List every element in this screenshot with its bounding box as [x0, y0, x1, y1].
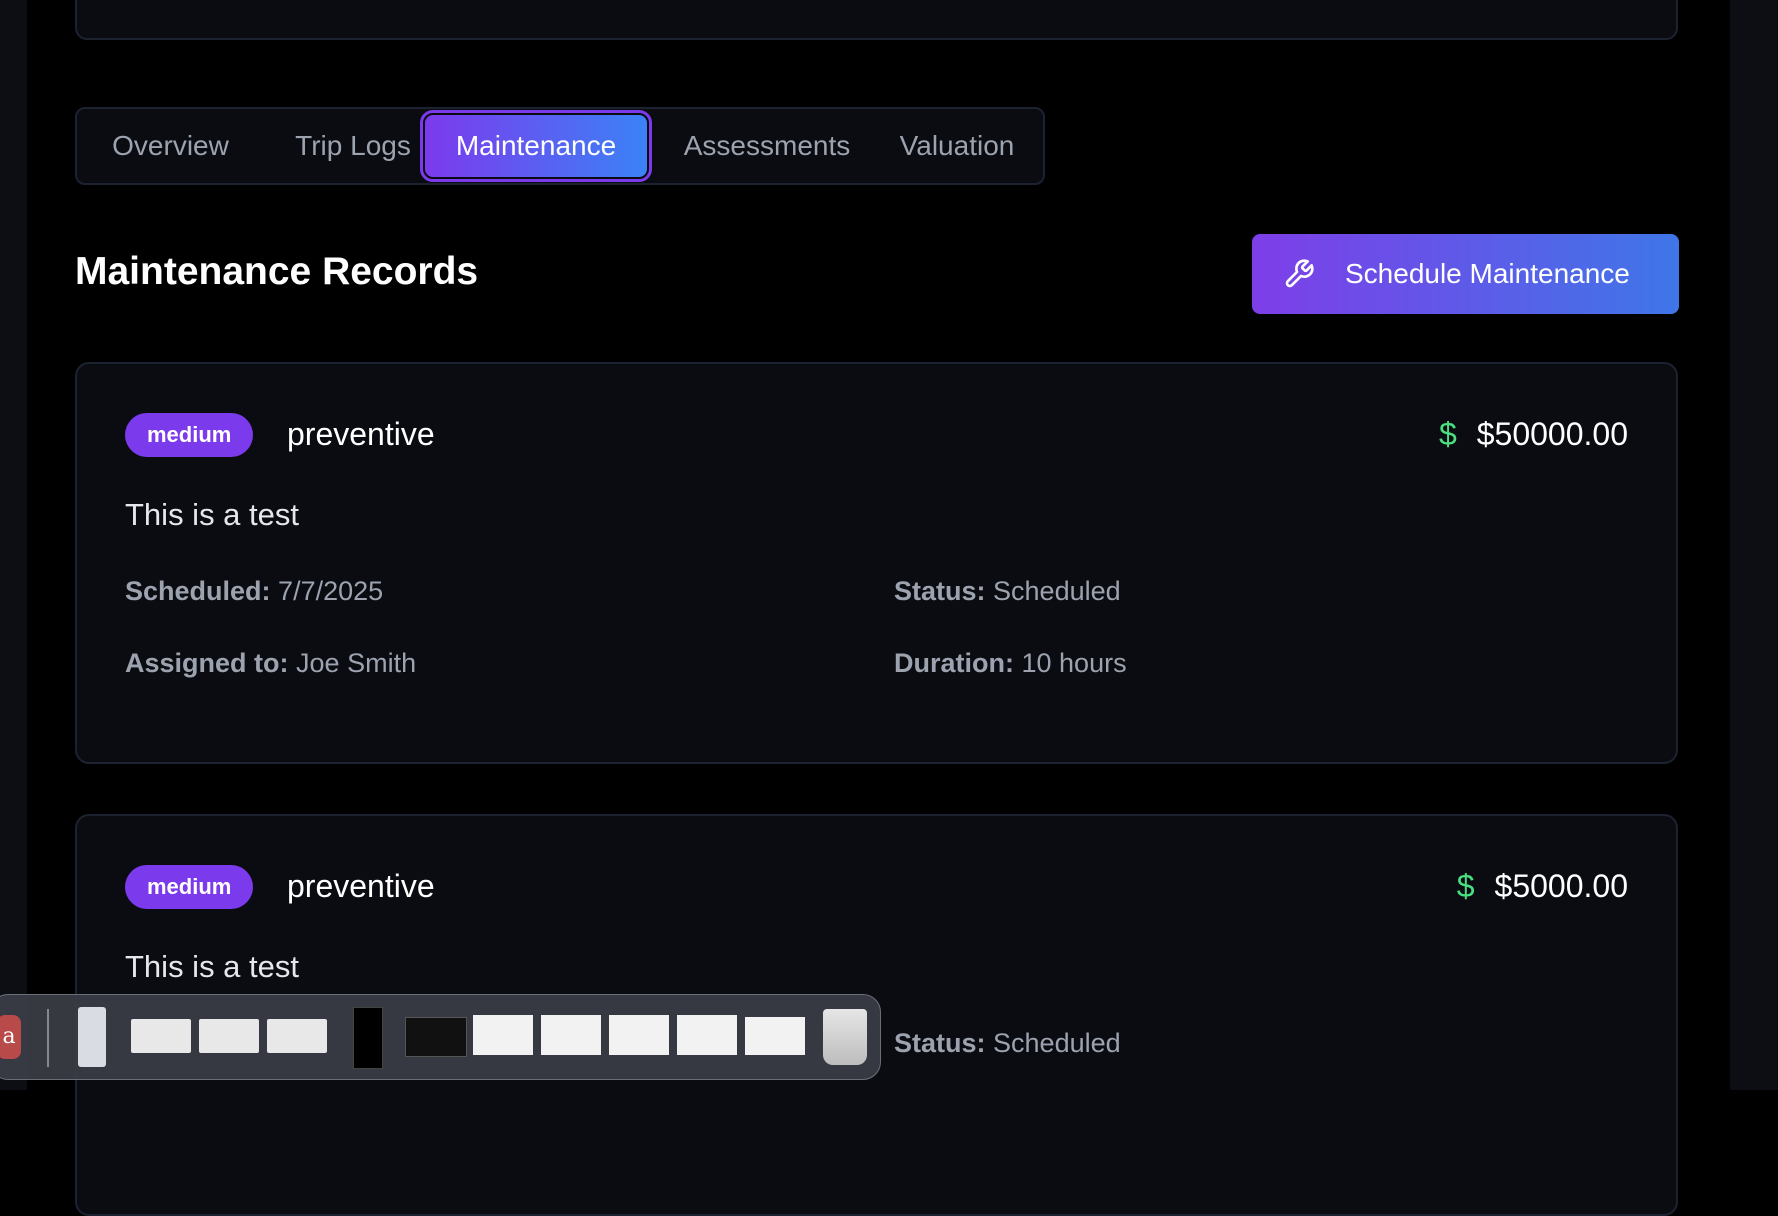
dock-app-icon[interactable]: a — [0, 1015, 21, 1059]
tab-valuation[interactable]: Valuation — [877, 115, 1037, 177]
scheduled-value: 7/7/2025 — [278, 576, 384, 606]
status-label: Status: — [894, 1028, 986, 1058]
window-thumbnail-icon[interactable] — [745, 1017, 805, 1055]
window-thumbnail-icon[interactable] — [609, 1015, 669, 1055]
window-thumbnail-icon[interactable] — [405, 1017, 467, 1057]
status-label: Status: — [894, 576, 986, 606]
section-title: Maintenance Records — [75, 250, 479, 293]
macos-dock: a — [0, 994, 881, 1080]
record-description: This is a test — [125, 497, 299, 532]
duration-value: 10 hours — [1021, 648, 1127, 678]
assigned-label: Assigned to: — [125, 648, 289, 678]
wrench-icon — [1285, 259, 1314, 288]
status-value: Scheduled — [993, 576, 1121, 606]
cost: $ $5000.00 — [1457, 868, 1628, 905]
tab-assessments[interactable]: Assessments — [657, 115, 877, 177]
priority-badge: medium — [125, 865, 254, 909]
assigned-value: Joe Smith — [296, 648, 417, 678]
maintenance-type: preventive — [287, 868, 435, 904]
status-field: Status: Scheduled — [894, 1028, 1121, 1059]
cost-value: $50000.00 — [1476, 416, 1628, 452]
tab-overview[interactable]: Overview — [93, 115, 248, 177]
scheduled-field: Scheduled: 7/7/2025 — [125, 576, 383, 607]
document-icon[interactable] — [78, 1007, 106, 1067]
window-thumbnail-icon[interactable] — [353, 1007, 383, 1069]
maintenance-record-card: medium preventive $ $50000.00 This is a … — [75, 362, 1678, 764]
record-description: This is a test — [125, 949, 299, 984]
schedule-maintenance-label: Schedule Maintenance — [1345, 258, 1630, 289]
window-thumbnail-icon[interactable] — [677, 1015, 737, 1055]
schedule-maintenance-button[interactable]: Schedule Maintenance — [1252, 234, 1679, 314]
status-value: Scheduled — [993, 1028, 1121, 1058]
left-gutter — [0, 0, 27, 1090]
cost: $ $50000.00 — [1439, 416, 1628, 453]
tab-maintenance[interactable]: Maintenance — [420, 110, 652, 182]
assigned-field: Assigned to: Joe Smith — [125, 648, 416, 679]
duration-label: Duration: — [894, 648, 1014, 678]
tab-bar: Overview Trip Logs Maintenance Assessmen… — [75, 107, 1045, 185]
window-thumbnail-icon[interactable] — [131, 1019, 191, 1053]
duration-field: Duration: 10 hours — [894, 648, 1127, 679]
priority-badge: medium — [125, 413, 254, 457]
cost-value: $5000.00 — [1494, 868, 1628, 904]
window-thumbnail-icon[interactable] — [541, 1015, 601, 1055]
window-thumbnail-icon[interactable] — [267, 1019, 327, 1053]
dock-divider — [47, 1009, 49, 1067]
dollar-icon: $ — [1456, 868, 1475, 904]
window-thumbnail-icon[interactable] — [473, 1015, 533, 1055]
trash-icon[interactable] — [823, 1009, 867, 1065]
tab-trip-logs[interactable]: Trip Logs — [263, 115, 443, 177]
maintenance-type: preventive — [287, 416, 435, 452]
window-thumbnail-icon[interactable] — [199, 1019, 259, 1053]
right-gutter — [1730, 0, 1778, 1090]
status-field: Status: Scheduled — [894, 576, 1121, 607]
scheduled-label: Scheduled: — [125, 576, 271, 606]
top-panel — [75, 0, 1678, 40]
dollar-icon: $ — [1438, 416, 1457, 452]
